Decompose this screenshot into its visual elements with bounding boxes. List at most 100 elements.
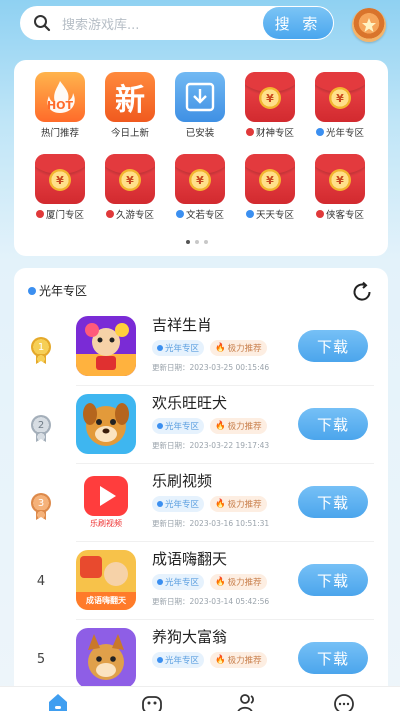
installed-icon <box>175 72 225 122</box>
game-name: 成语嗨翻天 <box>152 550 228 568</box>
search-button[interactable]: 搜 索 <box>263 7 333 39</box>
red-envelope-icon: ¥ <box>245 154 295 204</box>
category-guangnian[interactable]: ¥ 光年专区 <box>307 72 373 139</box>
category-installed[interactable]: 已安装 <box>167 72 233 139</box>
message-icon[interactable] <box>332 691 356 711</box>
red-envelope-icon: ¥ <box>315 154 365 204</box>
red-envelope-icon: ¥ <box>35 154 85 204</box>
search-bar: 搜索游戏库... 搜 索 <box>20 6 334 40</box>
category-xiake[interactable]: ¥ 侠客专区 <box>307 154 373 221</box>
red-dot-icon <box>245 128 254 136</box>
app-icon-text: 乐刷视频 <box>90 519 122 528</box>
red-envelope-icon: ¥ <box>315 72 365 122</box>
rank-number: 3 <box>37 497 45 509</box>
download-button[interactable]: 下载 <box>298 642 368 674</box>
fire-icon: 🔥 <box>215 499 226 509</box>
category-label: 文若专区 <box>185 210 224 221</box>
category-label: 财神专区 <box>255 128 294 139</box>
category-grid: HOT 热门推荐 新 今日上新 已安装 ¥ 财神专区 ¥ 光年专区 ¥ 厦门专区… <box>14 60 388 256</box>
hot-icon: HOT <box>35 72 85 122</box>
blue-dot-icon <box>245 210 254 218</box>
download-button[interactable]: 下载 <box>298 486 368 518</box>
new-icon: 新 <box>105 72 155 122</box>
hot-badge-text: HOT <box>46 99 74 112</box>
coin-icon: ¥ <box>329 169 351 191</box>
category-tiantian[interactable]: ¥ 天天专区 <box>237 154 303 221</box>
search-icon <box>28 9 56 37</box>
coin-icon: ¥ <box>329 87 351 109</box>
refresh-icon[interactable] <box>350 280 374 304</box>
zone-tag: 光年专区 <box>152 574 205 590</box>
category-new[interactable]: 新 今日上新 <box>97 72 163 139</box>
update-date: 更新日期：2023-03-14 05:42:56 <box>152 597 270 606</box>
app-icon-yanggou <box>76 628 136 688</box>
app-icon-lesuashipin: 乐刷视频 <box>76 472 136 532</box>
blue-dot-icon <box>175 210 184 218</box>
list-item[interactable]: 4 成语嗨翻天 成语嗨翻天 光年专区 🔥 极力推荐 更新日期：2023-03-14… <box>14 542 388 620</box>
coin-icon: ¥ <box>259 169 281 191</box>
star-medal-icon[interactable] <box>352 8 386 42</box>
rank-number: 2 <box>37 419 45 431</box>
bottom-nav <box>0 686 400 711</box>
category-caishen[interactable]: ¥ 财神专区 <box>237 72 303 139</box>
category-xiamen[interactable]: ¥ 厦门专区 <box>27 154 93 221</box>
home-icon[interactable] <box>46 691 70 711</box>
page-indicator <box>186 240 208 244</box>
fire-icon: 🔥 <box>215 655 226 665</box>
game-name: 乐刷视频 <box>152 472 213 490</box>
users-icon[interactable] <box>236 691 260 711</box>
recommend-tag: 🔥 极力推荐 <box>210 496 267 512</box>
coin-icon: ¥ <box>119 169 141 191</box>
zone-tag: 光年专区 <box>152 496 205 512</box>
blue-dot-icon <box>315 128 324 136</box>
recommend-tag: 🔥 极力推荐 <box>210 652 267 668</box>
red-envelope-icon: ¥ <box>105 154 155 204</box>
recommend-tag: 🔥 极力推荐 <box>210 418 267 434</box>
rank-number: 4 <box>36 573 46 589</box>
game-name: 欢乐旺旺犬 <box>152 394 228 412</box>
recommend-tag: 🔥 极力推荐 <box>210 340 267 356</box>
fire-icon: 🔥 <box>215 577 226 587</box>
gamepad-icon[interactable] <box>140 691 164 711</box>
category-label: 侠客专区 <box>325 210 364 221</box>
gold-medal-icon: 1 <box>28 330 54 364</box>
recommend-tag: 🔥 极力推荐 <box>210 574 267 590</box>
download-button[interactable]: 下载 <box>298 330 368 362</box>
download-button[interactable]: 下载 <box>298 564 368 596</box>
list-item[interactable]: 3 乐刷视频 乐刷视频 光年专区 🔥 极力推荐 更新日期：2023-03-16 1… <box>14 464 388 542</box>
update-date: 更新日期：2023-03-22 19:17:43 <box>152 441 270 450</box>
app-icon-wangwang <box>76 394 136 454</box>
download-button[interactable]: 下载 <box>298 408 368 440</box>
coin-icon: ¥ <box>49 169 71 191</box>
zone-tag: 光年专区 <box>152 652 205 668</box>
game-list-card: 光年专区 1 吉祥生肖 光年专区 🔥 极力推荐 更新日期：2023-03-25 0… <box>14 268 388 688</box>
app-icon-jixiang <box>76 316 136 376</box>
update-date: 更新日期：2023-03-16 10:51:31 <box>152 519 270 528</box>
list-header: 光年专区 <box>28 282 87 299</box>
red-dot-icon <box>315 210 324 218</box>
coin-icon: ¥ <box>259 87 281 109</box>
category-label: 天天专区 <box>255 210 294 221</box>
list-item[interactable]: 2 欢乐旺旺犬 光年专区 🔥 极力推荐 更新日期：2023-03-22 19:17… <box>14 386 388 464</box>
red-envelope-icon: ¥ <box>245 72 295 122</box>
category-jiuyou[interactable]: ¥ 久游专区 <box>97 154 163 221</box>
game-name: 养狗大富翁 <box>152 628 228 646</box>
list-title: 光年专区 <box>39 284 88 298</box>
fire-icon: 🔥 <box>215 421 226 431</box>
zone-tag: 光年专区 <box>152 418 205 434</box>
category-label: 热门推荐 <box>40 128 79 139</box>
category-label: 今日上新 <box>110 128 149 139</box>
category-label: 已安装 <box>185 128 215 139</box>
app-icon-chengyu: 成语嗨翻天 <box>76 550 136 610</box>
app-icon-text: 成语嗨翻天 <box>86 596 126 605</box>
fire-icon: 🔥 <box>215 343 226 353</box>
rank-number: 1 <box>37 341 45 353</box>
blue-dot-icon <box>28 286 36 295</box>
category-wenruo[interactable]: ¥ 文若专区 <box>167 154 233 221</box>
red-envelope-icon: ¥ <box>175 154 225 204</box>
category-hot[interactable]: HOT 热门推荐 <box>27 72 93 139</box>
search-input[interactable]: 搜索游戏库... <box>62 14 263 33</box>
list-item[interactable]: 1 吉祥生肖 光年专区 🔥 极力推荐 更新日期：2023-03-25 00:15:… <box>14 308 388 386</box>
zone-tag: 光年专区 <box>152 340 205 356</box>
silver-medal-icon: 2 <box>28 408 54 442</box>
